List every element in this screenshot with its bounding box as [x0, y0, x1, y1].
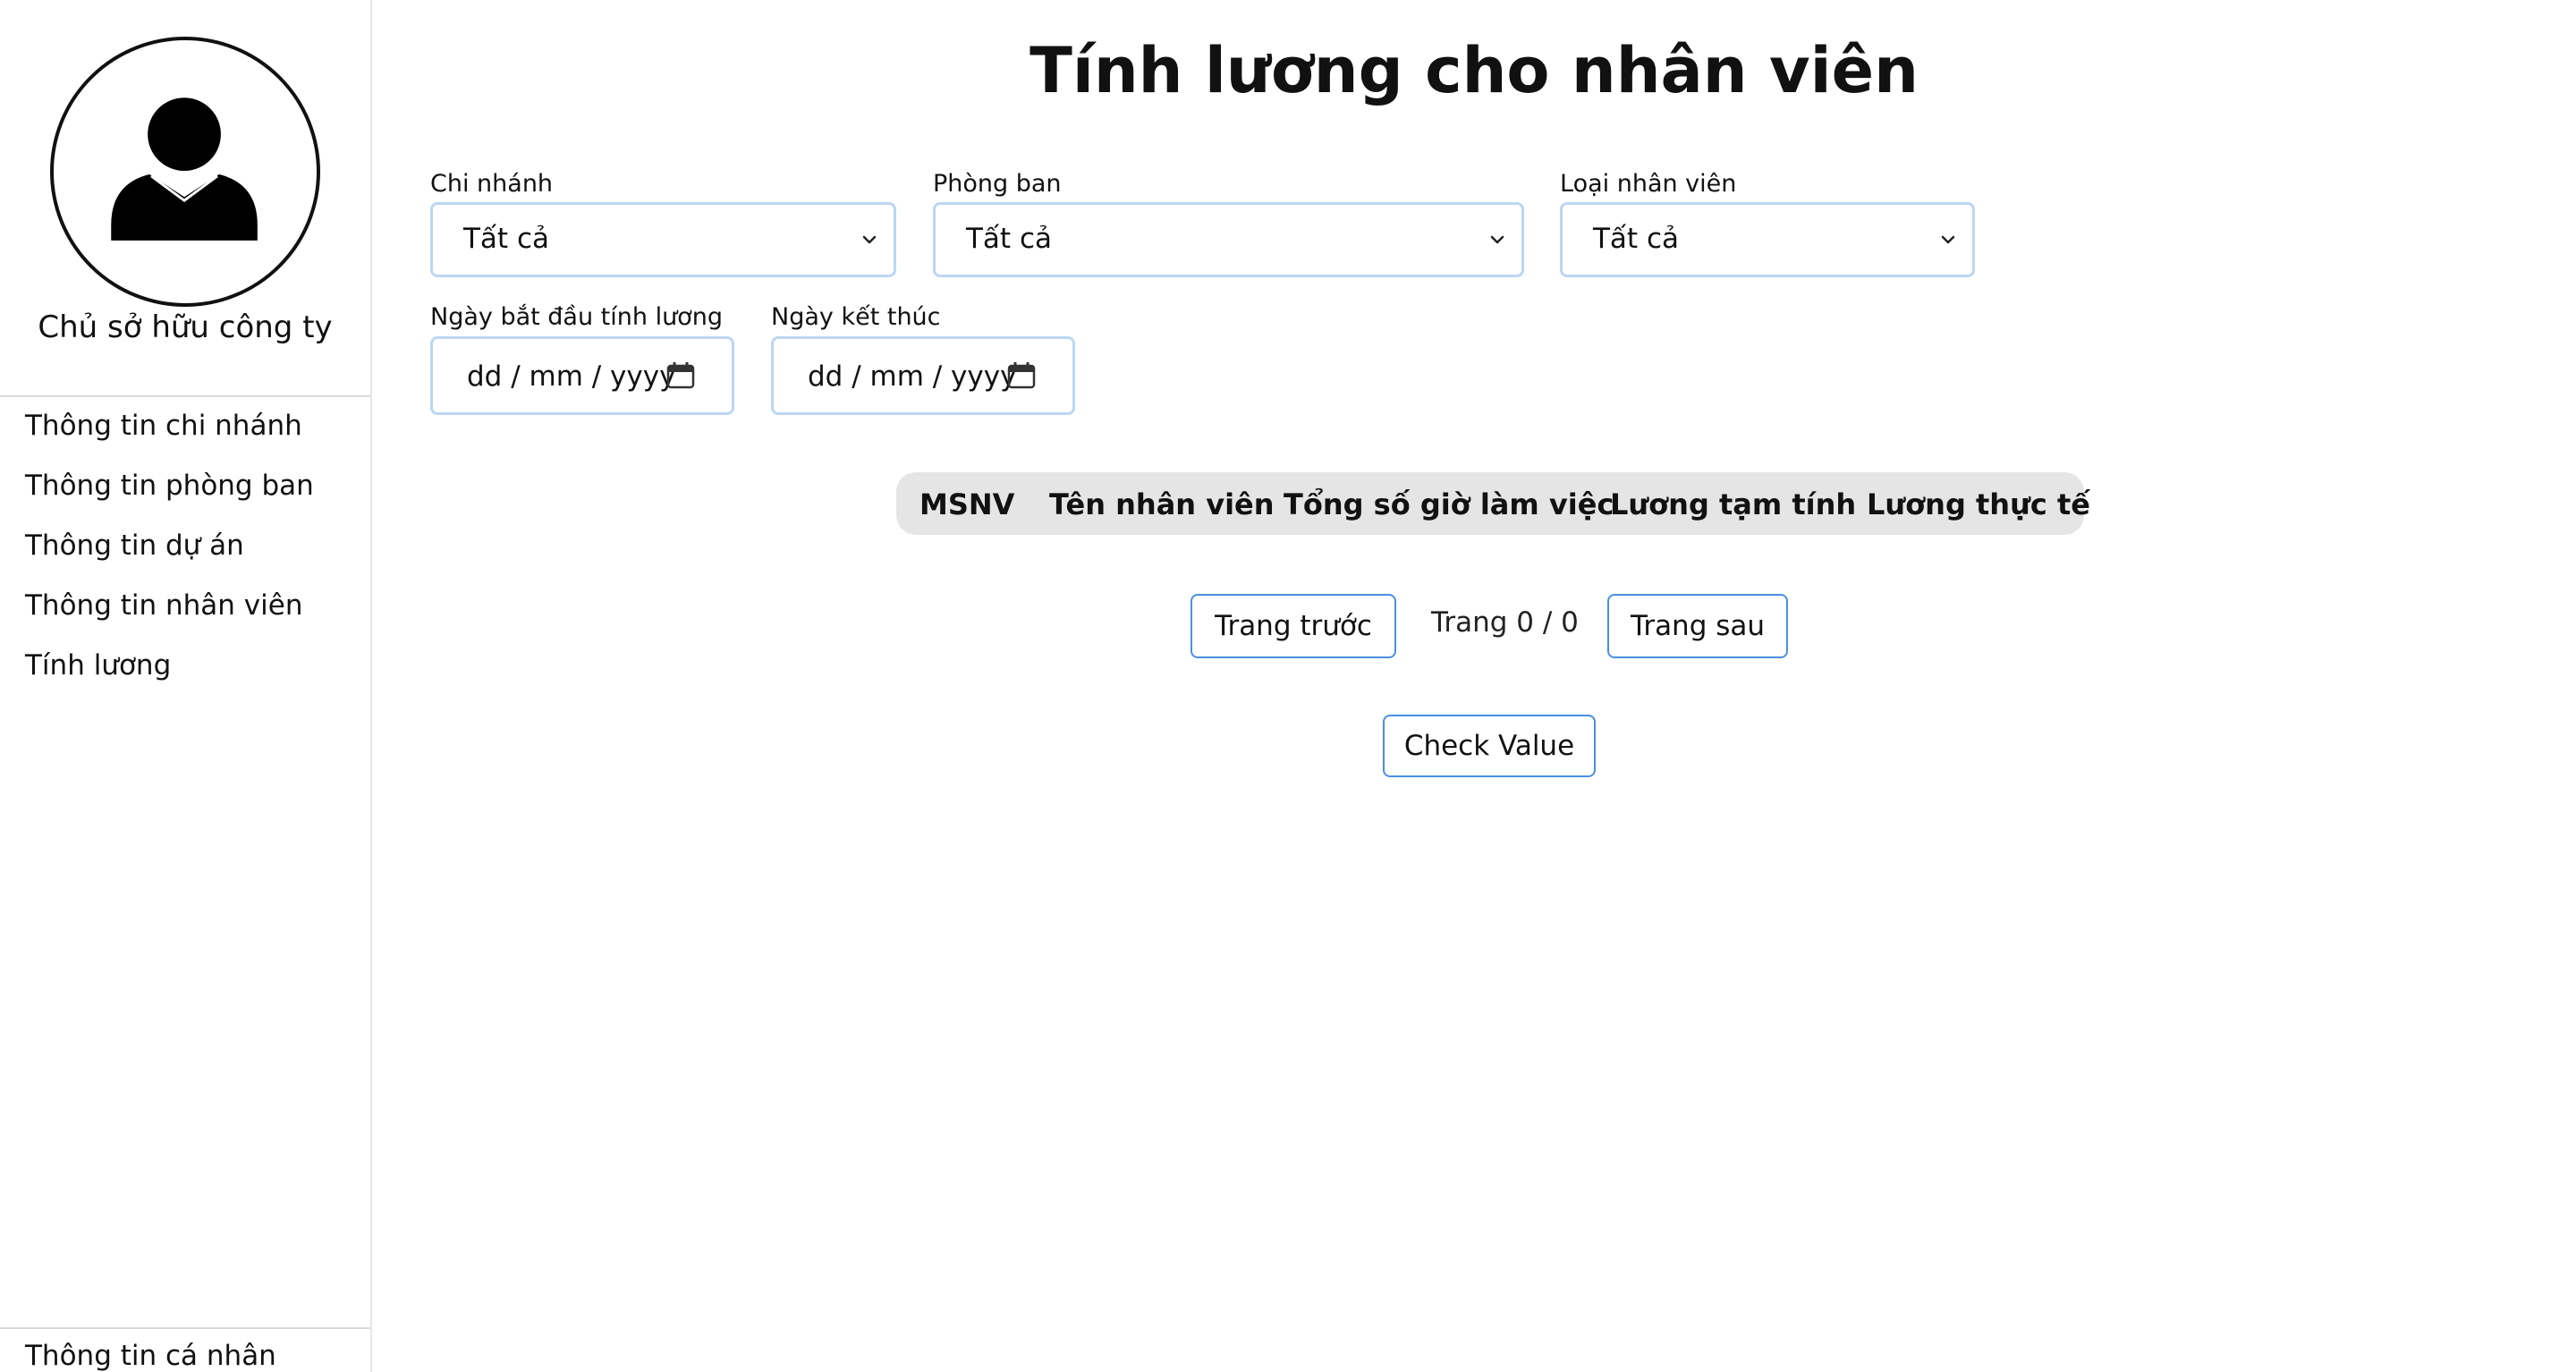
- start-date-placeholder: dd / mm / yyyy: [467, 360, 676, 393]
- department-label: Phòng ban: [933, 170, 1062, 198]
- column-header-msnv: MSNV: [919, 487, 1015, 521]
- calendar-icon[interactable]: [1006, 360, 1037, 391]
- start-date-input[interactable]: dd / mm / yyyy: [430, 336, 734, 415]
- sidebar-divider: [0, 395, 370, 397]
- user-avatar-icon: [50, 37, 320, 307]
- sidebar: Chủ sở hữu công ty Thông tin chi nhánh T…: [0, 0, 372, 1372]
- branch-select-value: Tất cả: [463, 223, 549, 255]
- employee-type-label: Loại nhân viên: [1560, 170, 1737, 198]
- app-root: Chủ sở hữu công ty Thông tin chi nhánh T…: [0, 0, 2576, 1372]
- sidebar-item-payroll[interactable]: Tính lương: [25, 649, 171, 682]
- column-header-estimated-salary: Lương tạm tính: [1610, 487, 1857, 521]
- chevron-down-icon: [1936, 228, 1960, 251]
- department-select[interactable]: Tất cả: [933, 202, 1524, 277]
- employee-type-select[interactable]: Tất cả: [1560, 202, 1975, 277]
- page-indicator: Trang 0 / 0: [1431, 606, 1579, 639]
- calendar-icon[interactable]: [665, 360, 696, 391]
- start-date-label: Ngày bắt đầu tính lương: [430, 303, 723, 331]
- end-date-input[interactable]: dd / mm / yyyy: [771, 336, 1075, 415]
- column-header-actual-salary: Lương thực tế: [1867, 487, 2090, 521]
- prev-page-button[interactable]: Trang trước: [1191, 594, 1396, 658]
- department-select-value: Tất cả: [966, 223, 1052, 255]
- end-date-label: Ngày kết thúc: [771, 303, 941, 331]
- sidebar-item-department-info[interactable]: Thông tin phòng ban: [25, 470, 314, 502]
- sidebar-item-personal-info[interactable]: Thông tin cá nhân: [25, 1340, 276, 1372]
- check-value-button[interactable]: Check Value: [1383, 715, 1596, 777]
- chevron-down-icon: [858, 228, 881, 251]
- next-page-button[interactable]: Trang sau: [1607, 594, 1788, 658]
- sidebar-bottom-divider: [0, 1327, 370, 1329]
- sidebar-item-branch-info[interactable]: Thông tin chi nhánh: [25, 410, 302, 442]
- column-header-total-hours: Tổng số giờ làm việc: [1284, 487, 1614, 521]
- sidebar-item-project-info[interactable]: Thông tin dự án: [25, 529, 244, 562]
- owner-name: Chủ sở hữu công ty: [38, 309, 333, 345]
- chevron-down-icon: [1486, 228, 1509, 251]
- sidebar-item-employee-info[interactable]: Thông tin nhân viên: [25, 589, 302, 622]
- branch-label: Chi nhánh: [430, 170, 554, 198]
- column-header-employee-name: Tên nhân viên: [1049, 487, 1275, 521]
- branch-select[interactable]: Tất cả: [430, 202, 896, 277]
- end-date-placeholder: dd / mm / yyyy: [808, 360, 1017, 393]
- page-title: Tính lương cho nhân viên: [1030, 34, 1919, 107]
- salary-table-header: MSNV Tên nhân viên Tổng số giờ làm việc …: [896, 472, 2090, 535]
- employee-type-select-value: Tất cả: [1593, 223, 1679, 255]
